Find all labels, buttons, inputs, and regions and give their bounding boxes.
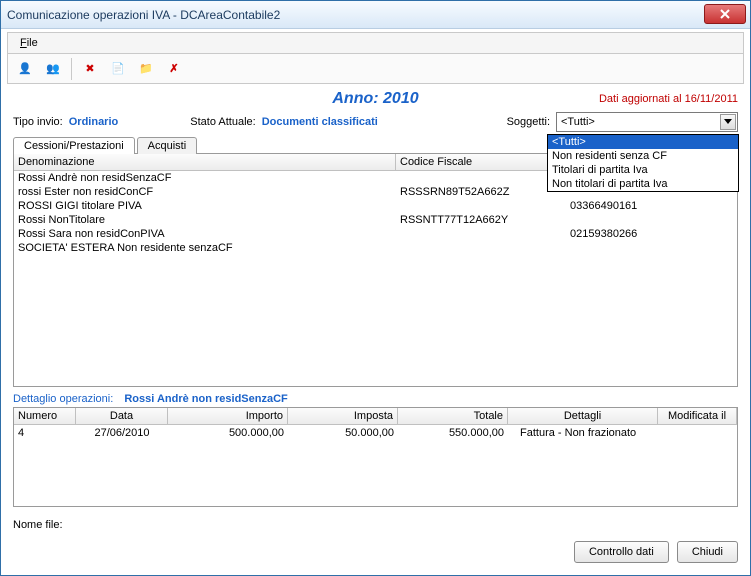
dettaglio-grid-header: Numero Data Importo Imposta Totale Detta… [14, 408, 737, 425]
col-modificata[interactable]: Modificata il [658, 408, 737, 424]
col-denominazione[interactable]: Denominazione [14, 154, 396, 170]
toolbar-btn-3[interactable]: ✖ [77, 57, 103, 81]
dropdown-option[interactable]: <Tutti> [548, 135, 738, 149]
toolbar-btn-2[interactable]: 👥 [40, 57, 66, 81]
menubar: File [7, 32, 744, 54]
document-icon: 📄 [111, 62, 125, 75]
delete-icon: ✗ [169, 62, 178, 75]
info-row: Tipo invio: Ordinario Stato Attuale: Doc… [1, 110, 750, 136]
cell-denom: Rossi Andrè non residSenzaCF [14, 171, 396, 185]
dropdown-option[interactable]: Titolari di partita Iva [548, 163, 738, 177]
cell-data: 27/06/2010 [76, 425, 168, 441]
titlebar[interactable]: Comunicazione operazioni IVA - DCAreaCon… [1, 1, 750, 29]
toolbar-separator [71, 58, 72, 80]
cell-denom: SOCIETA' ESTERA Non residente senzaCF [14, 241, 396, 255]
cell-totale: 550.000,00 [398, 425, 508, 441]
col-importo[interactable]: Importo [168, 408, 288, 424]
footer: Nome file: [13, 519, 738, 531]
close-button[interactable] [704, 4, 746, 24]
chevron-down-icon [720, 114, 736, 130]
cell-mod [658, 425, 737, 441]
stato-label: Stato Attuale: [190, 116, 255, 128]
table-row[interactable]: 427/06/2010500.000,0050.000,00550.000,00… [14, 425, 737, 441]
chiudi-button[interactable]: Chiudi [677, 541, 738, 563]
tab-cessioni[interactable]: Cessioni/Prestazioni [13, 137, 135, 154]
cell-denom: Rossi NonTitolare [14, 213, 396, 227]
col-dettagli[interactable]: Dettagli [508, 408, 658, 424]
soggetti-dropdown[interactable]: <Tutti> Non residenti senza CF Titolari … [547, 134, 739, 192]
col-data[interactable]: Data [76, 408, 168, 424]
dropdown-option[interactable]: Non titolari di partita Iva [548, 177, 738, 191]
col-imposta[interactable]: Imposta [288, 408, 398, 424]
cell-dettagli: Fattura - Non frazionato [508, 425, 658, 441]
cell-denom: Rossi Sara non residConPIVA [14, 227, 396, 241]
soggetti-combo[interactable]: <Tutti> [556, 112, 738, 132]
cell-num: 4 [14, 425, 76, 441]
cell-piva [566, 213, 737, 227]
dettaglio-grid: Numero Data Importo Imposta Totale Detta… [13, 407, 738, 507]
dettaglio-label: Dettaglio operazioni: [13, 393, 113, 405]
combo-selected: <Tutti> [561, 116, 595, 128]
dati-aggiornati: Dati aggiornati al 16/11/2011 [599, 93, 738, 105]
table-row[interactable]: Rossi NonTitolareRSSNTT77T12A662Y [14, 213, 737, 227]
cancel-icon: ✖ [85, 62, 94, 75]
nome-file-label: Nome file: [13, 519, 63, 531]
toolbar-btn-6[interactable]: ✗ [161, 57, 187, 81]
col-totale[interactable]: Totale [398, 408, 508, 424]
cell-cf [396, 171, 566, 185]
controllo-dati-button[interactable]: Controllo dati [574, 541, 669, 563]
cell-cf [396, 227, 566, 241]
folder-icon: 📁 [139, 62, 153, 75]
cell-cf [396, 199, 566, 213]
cell-denom: rossi Ester non residConCF [14, 185, 396, 199]
col-codice-fiscale[interactable]: Codice Fiscale [396, 154, 566, 170]
cell-piva: 03366490161 [566, 199, 737, 213]
tab-acquisti[interactable]: Acquisti [137, 137, 198, 154]
cell-piva [566, 241, 737, 255]
table-row[interactable]: SOCIETA' ESTERA Non residente senzaCF [14, 241, 737, 255]
window: Comunicazione operazioni IVA - DCAreaCon… [0, 0, 751, 576]
stato-value: Documenti classificati [262, 116, 378, 128]
cell-cf: RSSNTT77T12A662Y [396, 213, 566, 227]
cell-denom: ROSSI GIGI titolare PIVA [14, 199, 396, 213]
cell-importo: 500.000,00 [168, 425, 288, 441]
table-row[interactable]: ROSSI GIGI titolare PIVA 03366490161 [14, 199, 737, 213]
cell-imposta: 50.000,00 [288, 425, 398, 441]
menu-file[interactable]: File [12, 35, 46, 51]
person-search-icon: 👥 [46, 62, 60, 75]
window-title: Comunicazione operazioni IVA - DCAreaCon… [7, 8, 280, 22]
person-icon: 👤 [18, 62, 32, 75]
tipo-invio-value: Ordinario [69, 116, 119, 128]
cell-cf [396, 241, 566, 255]
table-row[interactable]: Rossi Sara non residConPIVA 02159380266 [14, 227, 737, 241]
col-numero[interactable]: Numero [14, 408, 76, 424]
button-row: Controllo dati Chiudi [1, 541, 738, 563]
toolbar: 👤 👥 ✖ 📄 📁 ✗ [7, 54, 744, 84]
toolbar-btn-4[interactable]: 📄 [105, 57, 131, 81]
header-row: Anno: 2010 Dati aggiornati al 16/11/2011 [1, 84, 750, 110]
dettaglio-name: Rossi Andrè non residSenzaCF [124, 393, 287, 405]
cell-cf: RSSSRN89T52A662Z [396, 185, 566, 199]
cell-piva: 02159380266 [566, 227, 737, 241]
tipo-invio-label: Tipo invio: [13, 116, 63, 128]
soggetti-label: Soggetti: [507, 116, 550, 128]
toolbar-btn-1[interactable]: 👤 [12, 57, 38, 81]
dropdown-option[interactable]: Non residenti senza CF [548, 149, 738, 163]
dettaglio-label-row: Dettaglio operazioni: Rossi Andrè non re… [13, 393, 738, 405]
toolbar-btn-5[interactable]: 📁 [133, 57, 159, 81]
